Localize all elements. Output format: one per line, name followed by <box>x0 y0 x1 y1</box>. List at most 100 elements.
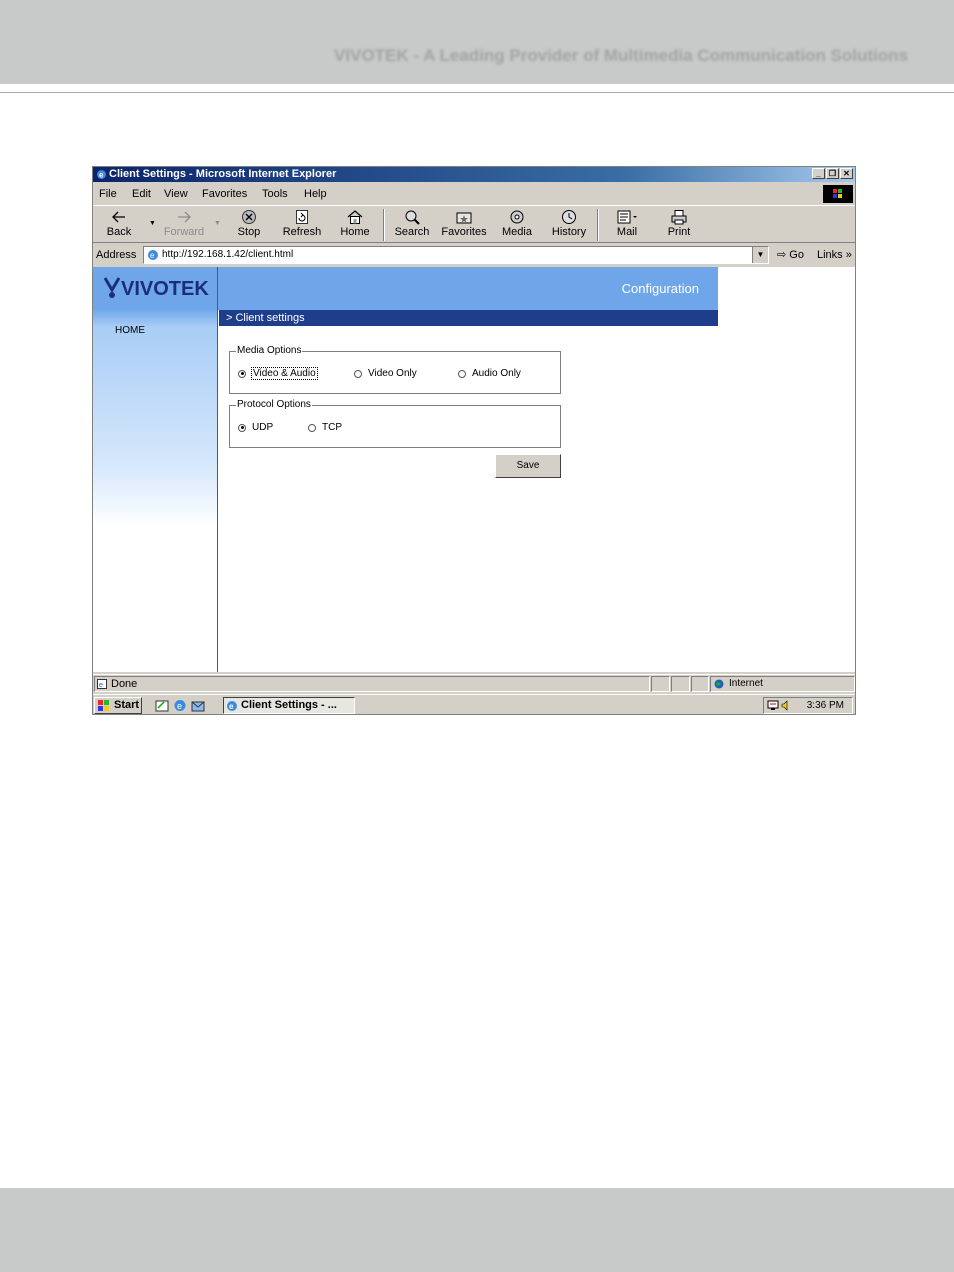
protocol-options-legend: Protocol Options <box>236 399 312 411</box>
left-navigation: VIVOTEK HOME <box>93 267 218 672</box>
refresh-button[interactable]: Refresh <box>278 208 326 239</box>
forward-dropdown-icon[interactable]: ▼ <box>214 220 221 227</box>
go-arrow-icon: ⇨ <box>777 249 787 261</box>
vivotek-logo: VIVOTEK <box>103 276 209 302</box>
network-icon[interactable] <box>767 700 779 711</box>
radio-button[interactable] <box>458 369 466 378</box>
search-label: Search <box>394 226 430 238</box>
clock[interactable]: 3:36 PM <box>807 698 844 713</box>
status-bar: e Done Internet <box>93 674 855 693</box>
status-cell <box>671 676 690 692</box>
back-button[interactable]: Back <box>95 208 143 239</box>
home-button[interactable]: Home <box>331 208 379 239</box>
media-label: Media <box>502 226 532 238</box>
media-button[interactable]: Media <box>493 208 541 239</box>
logo-text: VIVOTEK <box>121 277 209 300</box>
task-label: Client Settings - ... <box>241 699 337 711</box>
address-url: http://192.168.1.42/client.html <box>162 249 294 260</box>
internet-explorer-icon[interactable]: e <box>173 699 187 712</box>
close-button[interactable]: ✕ <box>840 168 853 179</box>
save-button[interactable]: Save <box>495 454 561 478</box>
media-options-group: Media Options Video & Audio Video Only A… <box>229 345 561 394</box>
volume-icon[interactable] <box>781 700 791 711</box>
protocol-options-group: Protocol Options UDP TCP <box>229 399 561 448</box>
radio-button-selected[interactable] <box>238 423 246 432</box>
status-cell <box>691 676 709 692</box>
refresh-label: Refresh <box>282 226 322 238</box>
window-title: Client Settings - Microsoft Internet Exp… <box>109 168 337 180</box>
show-desktop-icon[interactable] <box>155 699 169 712</box>
forward-button[interactable]: Forward <box>160 208 208 239</box>
print-button[interactable]: Print <box>655 208 703 239</box>
outlook-express-icon[interactable] <box>191 699 205 712</box>
ie-icon: e <box>97 170 106 180</box>
svg-text:e: e <box>99 682 103 689</box>
page-icon: e <box>148 250 158 260</box>
menu-favorites[interactable]: Favorites <box>202 184 247 204</box>
address-input[interactable]: e http://192.168.1.42/client.html ▼ <box>143 246 769 264</box>
history-icon <box>562 210 576 224</box>
radio-tcp[interactable]: TCP <box>308 422 342 433</box>
radio-video-audio[interactable]: Video & Audio <box>238 367 318 380</box>
toolbar-separator <box>383 209 385 241</box>
start-button[interactable]: Start <box>94 697 142 714</box>
printer-icon <box>671 210 687 225</box>
banner: Configuration <box>218 267 718 310</box>
stop-icon <box>242 210 256 224</box>
vivotek-logo-icon <box>103 277 121 298</box>
address-bar: Address e http://192.168.1.42/client.htm… <box>93 244 855 266</box>
back-label: Back <box>106 226 132 238</box>
title-bar[interactable]: e Client Settings - Microsoft Internet E… <box>93 167 855 182</box>
radio-button-selected[interactable] <box>238 369 246 378</box>
svg-text:e: e <box>177 701 182 711</box>
status-cell <box>651 676 670 692</box>
mail-label: Mail <box>616 226 638 238</box>
menu-help[interactable]: Help <box>304 184 327 204</box>
history-label: History <box>551 226 587 238</box>
mail-button[interactable]: Mail <box>603 208 651 239</box>
minimize-button[interactable]: _ <box>812 168 825 179</box>
back-dropdown-icon[interactable]: ▼ <box>149 220 156 227</box>
menu-view[interactable]: View <box>164 184 188 204</box>
radio-video-only-label: Video Only <box>368 368 417 379</box>
radio-tcp-label: TCP <box>322 422 342 433</box>
stop-button[interactable]: Stop <box>225 208 273 239</box>
favorites-label: Favorites <box>441 226 487 238</box>
page-content: VIVOTEK HOME Configuration > Client sett… <box>93 267 855 672</box>
page-done-icon: e <box>97 679 107 689</box>
menu-file[interactable]: File <box>99 184 117 204</box>
address-dropdown-icon[interactable]: ▼ <box>752 247 768 263</box>
links-button[interactable]: Links » <box>817 244 852 266</box>
history-button[interactable]: History <box>545 208 593 239</box>
radio-audio-only[interactable]: Audio Only <box>458 368 521 379</box>
nav-home-link[interactable]: HOME <box>115 325 145 336</box>
go-label: Go <box>789 249 804 261</box>
favorites-button[interactable]: Favorites <box>440 208 488 239</box>
document-footer <box>0 1188 954 1272</box>
menu-tools[interactable]: Tools <box>262 184 288 204</box>
home-label: Home <box>340 226 370 238</box>
toolbar: Back ▼ Forward ▼ Stop Refresh Home Searc… <box>93 205 855 243</box>
windows-logo-icon <box>823 185 853 203</box>
menu-edit[interactable]: Edit <box>132 184 151 204</box>
toolbar-separator-2 <box>597 209 599 241</box>
radio-button[interactable] <box>308 423 316 432</box>
refresh-icon <box>296 210 308 224</box>
home-icon <box>347 210 363 224</box>
search-button[interactable]: Search <box>388 208 436 239</box>
radio-udp[interactable]: UDP <box>238 422 273 433</box>
radio-video-only[interactable]: Video Only <box>354 368 417 379</box>
windows-flag-icon <box>98 700 109 711</box>
breadcrumb: > Client settings <box>219 310 718 326</box>
go-button[interactable]: ⇨ Go <box>777 244 804 266</box>
media-icon <box>510 210 524 224</box>
restore-button[interactable]: ❐ <box>826 168 839 179</box>
taskbar-task-client-settings[interactable]: e Client Settings - ... <box>223 697 355 714</box>
back-arrow-icon <box>112 211 125 223</box>
radio-video-audio-label: Video & Audio <box>251 367 318 380</box>
status-main: e Done <box>94 676 650 692</box>
radio-button[interactable] <box>354 369 362 378</box>
breadcrumb-text: > Client settings <box>226 312 305 324</box>
media-options-legend: Media Options <box>236 345 303 357</box>
browser-window: e Client Settings - Microsoft Internet E… <box>92 166 856 715</box>
